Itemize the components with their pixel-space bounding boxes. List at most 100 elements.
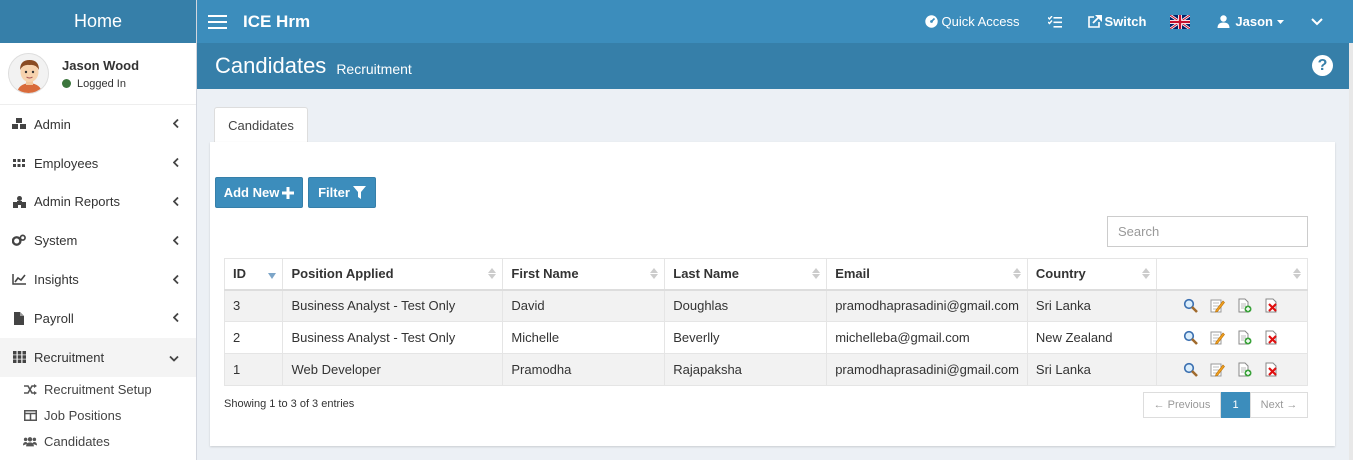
edit-icon[interactable] [1210,330,1225,345]
sidebar-item-payroll[interactable]: Payroll [0,299,196,338]
sidebar-item-label: Recruitment [34,349,105,365]
sidebar-item-recruitment[interactable]: Recruitment [0,337,196,377]
sort-icon [650,268,659,279]
sidebar-item-system[interactable]: System [0,221,196,260]
grid-icon [12,350,26,364]
sidebar-subitem-job-positions[interactable]: Job Positions [0,403,196,429]
add-new-button[interactable]: Add New [215,177,303,208]
switch-link[interactable]: Switch [1087,0,1146,43]
cell-position: Web Developer [282,353,504,386]
column-header-email[interactable]: Email [826,258,1028,291]
pagination: ← Previous 1 Next → [1143,392,1308,418]
column-header-position-applied[interactable]: Position Applied [282,258,504,291]
tab-candidates[interactable]: Candidates [214,107,308,143]
file-icon [12,311,26,325]
cell-country: Sri Lanka [1026,353,1158,386]
copy-icon[interactable] [1237,298,1252,313]
dashboard-icon [925,15,941,28]
view-icon[interactable] [1183,362,1198,377]
delete-icon[interactable] [1264,298,1279,313]
language-selector[interactable] [1170,0,1193,43]
quick-access-link[interactable]: Quick Access [925,0,1020,43]
add-new-label: Add New [223,185,280,200]
previous-page-button[interactable]: ← Previous [1143,392,1221,418]
cubes-icon [12,117,26,131]
view-icon[interactable] [1183,330,1198,345]
cell-email: pramodhaprasadini@gmail.com [826,353,1028,386]
edit-icon[interactable] [1210,362,1225,377]
sort-icon [1012,268,1021,279]
sidebar-subitem-label: Recruitment Setup [44,382,152,398]
sidebar-subitem-recruitment-setup[interactable]: Recruitment Setup [0,377,196,403]
page-scrollbar[interactable] [1349,43,1353,460]
copy-icon[interactable] [1237,362,1252,377]
user-status-label: Logged In [77,77,126,90]
chevron-left-icon [172,272,179,287]
cell-email: michelleba@gmail.com [826,321,1028,354]
cell-first-name: David [502,289,666,322]
reports-icon [12,195,26,209]
sidebar-subitem-label: Job Positions [44,408,122,424]
column-header-label: Last Name [673,266,739,282]
cell-email: pramodhaprasadini@gmail.com [826,289,1028,322]
sidebar-item-insights[interactable]: Insights [0,260,196,299]
tasks-link[interactable] [1047,0,1065,43]
page-subtitle: Recruitment [336,61,412,77]
view-icon[interactable] [1183,298,1198,314]
table-row[interactable]: 1 Web Developer Pramodha Rajapaksha pram… [223,353,1308,386]
sort-icon [488,268,497,279]
cell-last-name: Doughlas [664,289,828,322]
help-icon[interactable]: ? [1312,55,1333,76]
user-panel: Jason Wood Logged In [0,43,196,105]
cell-country: Sri Lanka [1026,289,1158,322]
home-link[interactable]: Home [0,0,196,43]
delete-icon[interactable] [1264,362,1279,377]
column-header-actions [1156,258,1308,291]
cell-first-name: Michelle [502,321,666,354]
edit-icon[interactable] [1210,298,1225,313]
sidebar-item-label: Employees [34,155,99,171]
filter-label: Filter [318,185,350,200]
sidebar-item-label: Admin [34,116,71,132]
quick-access-label: Quick Access [941,14,1020,29]
sidebar-item-admin[interactable]: Admin [0,105,196,144]
line-chart-icon [12,273,26,287]
column-header-id[interactable]: ID [223,258,284,291]
sidebar-item-employees[interactable]: Employees [0,144,196,183]
cell-actions [1156,289,1308,322]
users-icon [23,435,37,449]
column-header-country[interactable]: Country [1026,258,1158,291]
delete-icon[interactable] [1264,330,1279,345]
online-status-icon [62,79,71,88]
column-header-last-name[interactable]: Last Name [664,258,828,291]
cell-actions [1156,353,1308,386]
table-row[interactable]: 2 Business Analyst - Test Only Michelle … [223,321,1308,354]
column-header-first-name[interactable]: First Name [502,258,666,291]
hamburger-menu-icon[interactable] [208,14,227,29]
grid-icon [12,156,26,170]
page-1-button[interactable]: 1 [1221,392,1250,418]
sidebar-item-label: System [34,233,78,249]
sort-icon [1142,268,1151,279]
column-header-label: ID [233,266,246,282]
uk-flag-icon [1170,14,1193,29]
cell-last-name: Beverlly [664,321,828,354]
table-row[interactable]: 3 Business Analyst - Test Only David Dou… [223,289,1308,322]
copy-icon[interactable] [1237,330,1252,345]
next-page-button[interactable]: Next → [1250,392,1308,418]
filter-icon [350,186,366,199]
sidebar-item-admin-reports[interactable]: Admin Reports [0,183,196,222]
column-header-label: First Name [511,266,579,282]
cell-position: Business Analyst - Test Only [282,321,504,354]
search-input[interactable] [1107,216,1308,247]
caret-down-icon [1277,19,1287,24]
more-menu[interactable] [1311,0,1326,43]
user-name: Jason Wood [62,57,140,73]
filter-button[interactable]: Filter [308,177,376,208]
table-info: Showing 1 to 3 of 3 entries [224,398,355,410]
user-menu[interactable]: Jason [1217,0,1287,43]
user-menu-label: Jason [1235,14,1273,29]
random-icon [23,383,37,397]
plus-icon [279,186,295,199]
sidebar-subitem-candidates[interactable]: Candidates [0,429,196,455]
